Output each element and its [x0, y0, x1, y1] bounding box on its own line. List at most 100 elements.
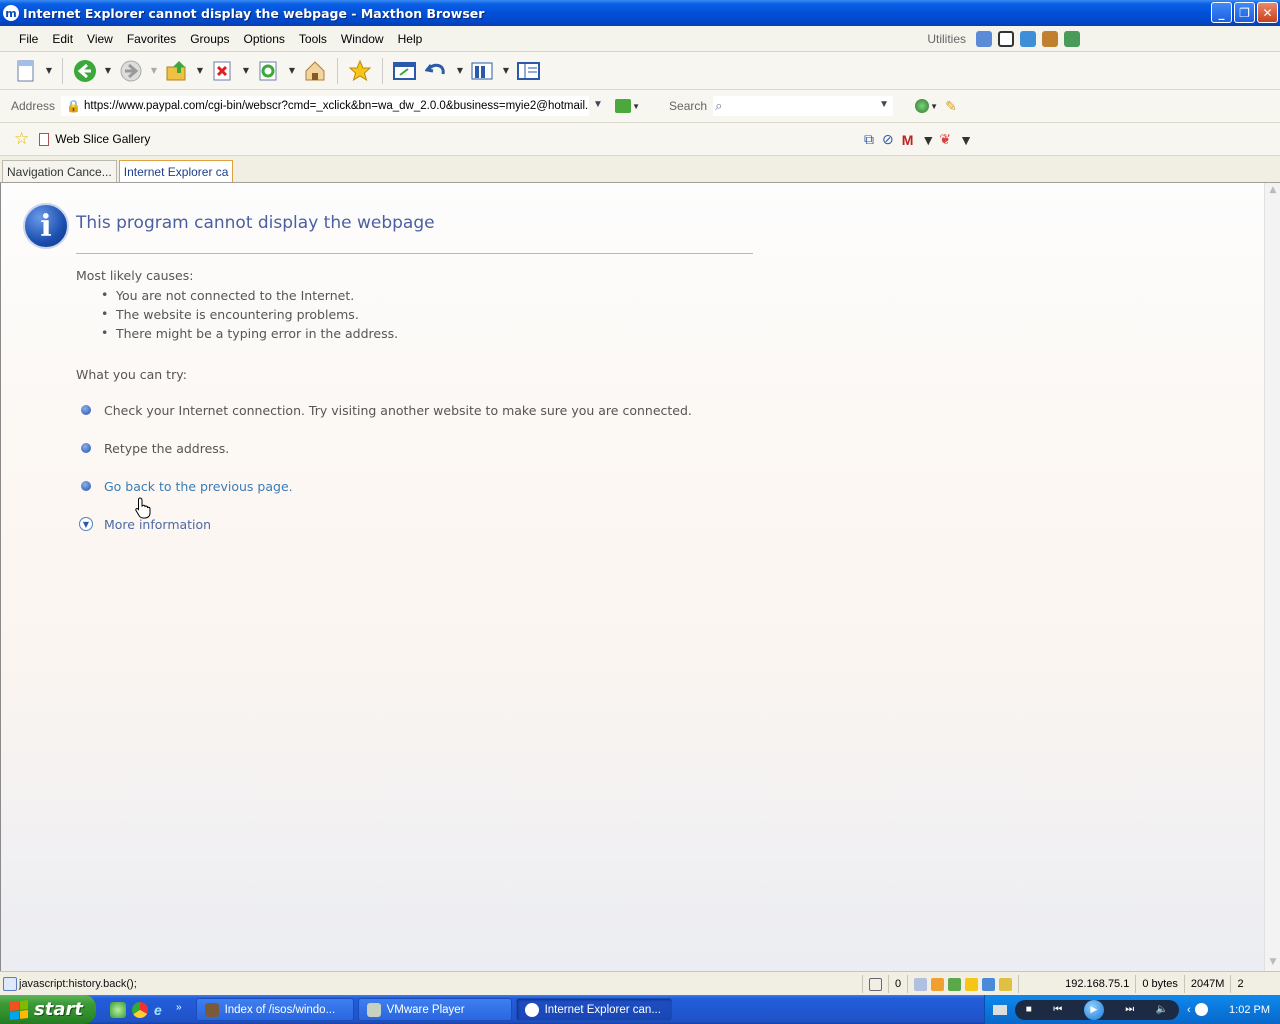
maxthon-tray-icon[interactable]: [1194, 1003, 1208, 1016]
favorites-star-icon[interactable]: [346, 57, 374, 85]
trash-icon[interactable]: [869, 977, 882, 991]
gmail-dropdown-icon[interactable]: ▼: [921, 132, 935, 148]
media-next-icon[interactable]: ⏭: [1125, 1004, 1134, 1015]
sidebar-panel-icon[interactable]: [515, 57, 543, 85]
menu-edit[interactable]: Edit: [45, 32, 80, 46]
maxthon-app-icon[interactable]: m: [3, 5, 19, 21]
popup-block-icon[interactable]: [931, 977, 945, 991]
address-url[interactable]: https://www.paypal.com/cgi-bin/webscr?cm…: [84, 100, 588, 112]
media-prev-icon[interactable]: ⏮: [1053, 1004, 1062, 1015]
try-item-text: Retype the address.: [104, 440, 230, 456]
compass-icon[interactable]: ⊘: [882, 131, 894, 148]
menu-window[interactable]: Window: [334, 32, 391, 46]
restore-button[interactable]: ❐: [1234, 2, 1255, 23]
home-icon[interactable]: [301, 57, 329, 85]
menu-view[interactable]: View: [80, 32, 120, 46]
web-slice-gallery-link[interactable]: Web Slice Gallery: [39, 132, 150, 146]
forward-dropdown-icon[interactable]: ▼: [149, 66, 159, 75]
status-last: 2: [1230, 975, 1249, 993]
blue-bullet-icon: [81, 443, 91, 453]
vmware-task-icon: [366, 1002, 381, 1017]
quick-launch-more-icon[interactable]: »: [176, 1002, 182, 1018]
columns-icon[interactable]: [469, 57, 497, 85]
web-slice-page-icon: [39, 132, 50, 146]
open-window-icon[interactable]: [391, 57, 419, 85]
go-dropdown-icon[interactable]: ▼: [631, 102, 641, 111]
volume-icon[interactable]: 🔈: [1156, 1004, 1168, 1015]
columns-dropdown-icon[interactable]: ▼: [501, 66, 511, 75]
bird-dropdown-icon[interactable]: ▼: [959, 132, 973, 148]
back-icon[interactable]: [71, 57, 99, 85]
tray-collapse-icon[interactable]: ‹: [1187, 1004, 1191, 1016]
links-bar: ☆ Web Slice Gallery ⧉ ⊘ M ▼ ❦ ▼: [0, 123, 1280, 156]
go-back-link[interactable]: Go back to the previous page.: [104, 479, 293, 494]
window-title: Internet Explorer cannot display the web…: [23, 5, 485, 21]
sync-icon[interactable]: [914, 977, 928, 991]
media-stop-icon[interactable]: ■: [1026, 1004, 1032, 1015]
tab-navigation-canceled[interactable]: Navigation Cance...: [2, 160, 117, 182]
scroll-down-icon[interactable]: ▼: [1267, 957, 1279, 969]
search-dropdown-icon[interactable]: ▼: [879, 99, 893, 113]
menu-file[interactable]: File: [12, 32, 45, 46]
menu-tools[interactable]: Tools: [292, 32, 334, 46]
ie-icon[interactable]: e: [154, 1002, 170, 1018]
clock[interactable]: 1:02 PM: [1229, 1004, 1270, 1016]
page-content: i This program cannot display the webpag…: [0, 183, 1264, 971]
menu-help[interactable]: Help: [391, 32, 430, 46]
refresh-dropdown-icon[interactable]: ▼: [287, 66, 297, 75]
menu-options[interactable]: Options: [237, 32, 292, 46]
new-page-icon[interactable]: [12, 57, 40, 85]
keyboard-icon[interactable]: [993, 1004, 1007, 1015]
media-player-bar[interactable]: ■ ⏮ ▶ ⏭ 🔈: [1015, 999, 1179, 1020]
lock-status-icon[interactable]: [999, 977, 1013, 991]
scroll-up-icon[interactable]: ▲: [1267, 185, 1279, 197]
start-button[interactable]: start: [0, 995, 96, 1024]
utilities-label[interactable]: Utilities: [927, 32, 966, 46]
task-vmware-player[interactable]: VMware Player: [357, 998, 512, 1021]
search-engine-icon[interactable]: [915, 99, 930, 113]
util-tool-icon[interactable]: [1064, 31, 1080, 47]
sun-icon[interactable]: [965, 977, 979, 991]
address-input[interactable]: 🔒 https://www.paypal.com/cgi-bin/webscr?…: [61, 96, 590, 116]
minimize-button[interactable]: _: [1211, 2, 1232, 23]
stop-dropdown-icon[interactable]: ▼: [241, 66, 251, 75]
util-window-icon[interactable]: [998, 31, 1014, 47]
task-index-of-isos[interactable]: Index of /isos/windo...: [195, 998, 354, 1021]
screen-capture-icon[interactable]: [982, 977, 996, 991]
search-engine-dropdown-icon[interactable]: ▼: [929, 102, 939, 111]
address-dropdown-icon[interactable]: ▼: [593, 99, 607, 113]
search-input[interactable]: ⌕: [713, 96, 894, 116]
add-favorite-star-icon[interactable]: ☆: [14, 129, 29, 149]
undo-dropdown-icon[interactable]: ▼: [455, 66, 465, 75]
page-settings-icon[interactable]: ⧉: [864, 131, 874, 148]
highlight-pen-icon[interactable]: ✎: [945, 98, 957, 115]
gmail-icon[interactable]: M: [902, 132, 914, 148]
close-button[interactable]: ✕: [1257, 2, 1278, 23]
colorful-bird-icon[interactable]: ❦: [939, 131, 951, 148]
menu-favorites[interactable]: Favorites: [120, 32, 183, 46]
task-internet-explorer[interactable]: Internet Explorer can...: [515, 998, 672, 1021]
menu-groups[interactable]: Groups: [183, 32, 236, 46]
up-folder-icon[interactable]: [163, 57, 191, 85]
tab-internet-explorer-cannot-display[interactable]: Internet Explorer ca: [118, 160, 234, 182]
title-bar[interactable]: m Internet Explorer cannot display the w…: [0, 0, 1280, 26]
new-page-dropdown-icon[interactable]: ▼: [44, 66, 54, 75]
refresh-icon[interactable]: [255, 57, 283, 85]
up-dropdown-icon[interactable]: ▼: [195, 66, 205, 75]
util-blue-icon[interactable]: [1020, 31, 1036, 47]
stop-icon[interactable]: [209, 57, 237, 85]
more-information-link[interactable]: More information: [104, 517, 211, 532]
util-recycle-icon[interactable]: [976, 31, 992, 47]
media-play-icon[interactable]: ▶: [1083, 999, 1104, 1020]
back-dropdown-icon[interactable]: ▼: [103, 66, 113, 75]
status-ip: 192.168.75.1: [1018, 975, 1135, 993]
ad-filter-icon[interactable]: [948, 977, 962, 991]
vertical-scrollbar[interactable]: ▲ ▼: [1264, 183, 1280, 971]
quick-launch-green-icon[interactable]: [110, 1001, 126, 1018]
expand-chevron-icon[interactable]: ▼: [79, 517, 93, 531]
go-icon[interactable]: [615, 99, 632, 113]
util-brush-icon[interactable]: [1042, 31, 1058, 47]
undo-icon[interactable]: [423, 57, 451, 85]
forward-icon[interactable]: [117, 57, 145, 85]
chrome-icon[interactable]: [132, 1001, 148, 1018]
